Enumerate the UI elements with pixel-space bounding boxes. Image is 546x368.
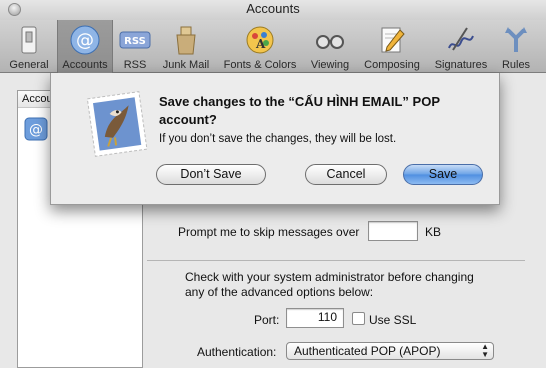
svg-text:RSS: RSS bbox=[124, 36, 146, 47]
save-changes-sheet: Save changes to the “CẤU HÌNH EMAIL” POP… bbox=[50, 73, 500, 205]
divider bbox=[147, 260, 525, 261]
window-title: Accounts bbox=[246, 1, 300, 16]
font-palette-icon: A bbox=[246, 26, 274, 54]
toolbar-label: Signatures bbox=[434, 59, 488, 71]
skip-unit-label: KB bbox=[425, 225, 442, 239]
port-label: Port: bbox=[254, 313, 280, 327]
toolbar-label: General bbox=[9, 59, 49, 71]
at-sign-icon: @ bbox=[24, 117, 48, 141]
toolbar-accounts[interactable]: @ Accounts bbox=[57, 20, 113, 73]
toolbar-label: Junk Mail bbox=[162, 59, 210, 71]
skip-size-field[interactable] bbox=[368, 221, 418, 241]
dialog-info: If you don’t save the changes, they will… bbox=[159, 133, 397, 145]
skip-messages-label: Prompt me to skip messages over bbox=[178, 225, 360, 239]
svg-text:@: @ bbox=[76, 30, 94, 51]
dialog-message: Save changes to the “CẤU HÌNH EMAIL” POP… bbox=[159, 94, 440, 127]
svg-text:A: A bbox=[255, 37, 266, 51]
trash-bag-icon bbox=[176, 26, 196, 55]
title-bar: Accounts bbox=[0, 0, 546, 20]
at-sign-icon: @ bbox=[70, 25, 100, 55]
mail-stamp-icon bbox=[86, 91, 148, 157]
pencil-paper-icon bbox=[381, 27, 405, 53]
rss-icon: RSS bbox=[119, 31, 151, 49]
toolbar-label: Accounts bbox=[62, 59, 108, 71]
authentication-label: Authentication: bbox=[197, 345, 277, 359]
authentication-popup[interactable]: Authenticated POP (APOP) ▲ ▼ bbox=[286, 342, 494, 360]
switch-icon bbox=[21, 26, 37, 54]
toolbar-label: Viewing bbox=[310, 59, 350, 71]
authentication-value: Authenticated POP (APOP) bbox=[294, 344, 441, 358]
toolbar-label: Fonts & Colors bbox=[223, 59, 297, 71]
port-field[interactable]: 110 bbox=[286, 308, 344, 328]
preferences-toolbar: General @ Accounts RSS RSS Junk Mail A F… bbox=[0, 20, 546, 73]
signature-icon bbox=[448, 27, 474, 51]
toolbar-rss[interactable]: RSS RSS bbox=[116, 20, 154, 73]
toolbar-label: Rules bbox=[501, 59, 531, 71]
rules-icon bbox=[505, 27, 527, 52]
toolbar-viewing[interactable]: Viewing bbox=[305, 20, 355, 73]
toolbar-label: RSS bbox=[123, 59, 147, 71]
dont-save-button[interactable]: Don’t Save bbox=[156, 164, 266, 185]
use-ssl-checkbox[interactable] bbox=[352, 312, 365, 325]
cancel-button[interactable]: Cancel bbox=[305, 164, 387, 185]
glasses-icon bbox=[316, 35, 344, 49]
toolbar-signatures[interactable]: Signatures bbox=[429, 20, 493, 73]
toolbar-fonts-colors[interactable]: A Fonts & Colors bbox=[218, 20, 302, 73]
svg-text:@: @ bbox=[29, 122, 43, 138]
toolbar-rules[interactable]: Rules bbox=[496, 20, 536, 73]
admin-note: Check with your system administrator bef… bbox=[185, 270, 474, 299]
use-ssl-label: Use SSL bbox=[369, 313, 417, 327]
account-row[interactable]: @ bbox=[24, 117, 48, 144]
toolbar-general[interactable]: General bbox=[4, 20, 54, 73]
toolbar-junk-mail[interactable]: Junk Mail bbox=[158, 20, 214, 73]
close-window-button[interactable] bbox=[8, 3, 21, 16]
toolbar-label: Composing bbox=[364, 59, 420, 71]
save-button[interactable]: Save bbox=[403, 164, 483, 185]
chevron-up-down-icon: ▲ ▼ bbox=[481, 342, 489, 359]
toolbar-composing[interactable]: Composing bbox=[358, 20, 426, 73]
